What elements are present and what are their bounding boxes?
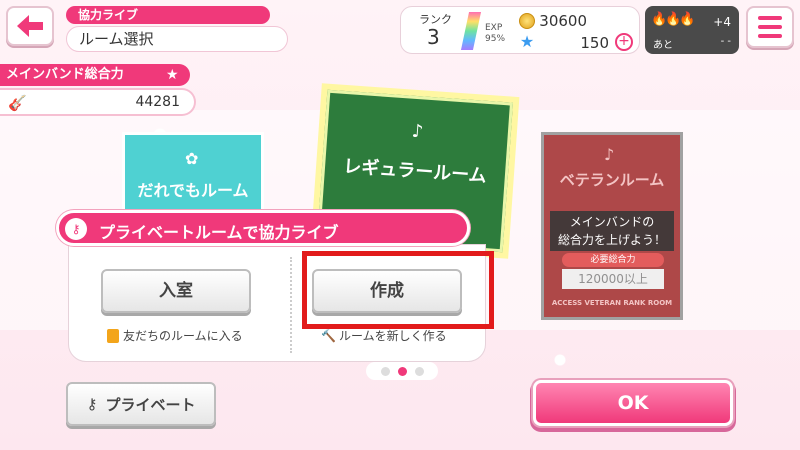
room-card-anyone[interactable]: ✿ だれでもルーム (122, 132, 264, 222)
star-icon: ★ (166, 67, 179, 83)
exp-percent: 95% (485, 34, 506, 44)
live-boost-panel: 🔥🔥🔥 +4 あと - - (645, 6, 739, 54)
create-room-button[interactable]: 作成 (312, 269, 462, 313)
stars-value: 150 (580, 34, 609, 52)
key-icon: ⚷ (65, 218, 87, 240)
boost-extra-count: +4 (713, 15, 731, 29)
sprout-icon: ✿ (185, 149, 199, 168)
private-button-label: プライベート (105, 395, 196, 414)
pager-dot[interactable] (414, 366, 424, 376)
create-room-hint-text: ルームを新しく作る (339, 329, 447, 343)
player-status-panel: ランク 3 EXP 95% 30600 ★ 150 + (400, 6, 640, 54)
back-button[interactable] (6, 6, 54, 46)
door-icon (107, 328, 119, 343)
hammer-icon: 🔨 (321, 328, 336, 343)
band-power-box: 🎸 44281 (0, 88, 196, 116)
private-button[interactable]: ⚷ プライベート (66, 382, 216, 426)
menu-line (758, 34, 782, 38)
enter-room-hint: 友だちのルームに入る (107, 327, 243, 344)
key-icon: ⚷ (86, 395, 98, 413)
guitar-icon: 🎸 (8, 94, 27, 112)
veteran-note-line2: 総合力を上げよう！ (557, 233, 666, 247)
page-subtitle: 協力ライブ (66, 6, 270, 24)
exp-label: EXP (485, 23, 503, 33)
main-band-power: メインバンド総合力 ★ 🎸 44281 (0, 64, 196, 120)
music-note-icon: ♪ (604, 145, 615, 164)
ok-button[interactable]: OK (533, 380, 733, 426)
menu-line (758, 25, 782, 29)
create-room-hint: 🔨 ルームを新しく作る (321, 327, 447, 344)
room-card-veteran-label: ベテランルーム (559, 171, 665, 189)
band-power-label: メインバンド総合力 (0, 64, 190, 86)
coin-icon (519, 13, 535, 29)
hamburger-menu-icon (758, 16, 782, 20)
pager-dot[interactable] (380, 366, 390, 376)
page-title: ルーム選択 (66, 26, 288, 52)
star-gem-icon: ★ (519, 32, 535, 51)
popup-body: 入室 作成 友だちのルームに入る 🔨 ルームを新しく作る (68, 244, 494, 362)
room-card-anyone-label: だれでもルーム (137, 181, 249, 200)
boost-recover-label: あと (653, 40, 673, 51)
flame-icons: 🔥🔥🔥 (651, 12, 696, 27)
buy-stars-button[interactable]: + (615, 33, 633, 51)
page-title-block: 協力ライブ ルーム選択 (66, 6, 288, 52)
enter-room-button[interactable]: 入室 (101, 269, 251, 313)
popup-header: ⚷ プライベートルームで協力ライブ (56, 210, 470, 246)
exp-gauge (460, 12, 482, 50)
room-pager (366, 362, 438, 380)
room-card-veteran[interactable]: ♪ ベテランルーム メインバンドの 総合力を上げよう！ 必要総合力 120000… (541, 132, 683, 320)
music-note-icon: ♪ (411, 120, 424, 143)
veteran-note-line1: メインバンドの (569, 215, 655, 229)
rank-value: 3 (427, 25, 440, 49)
veteran-access-text: ACCESS VETERAN RANK ROOM (551, 299, 673, 307)
veteran-locked-note: メインバンドの 総合力を上げよう！ (550, 211, 674, 251)
back-arrow-icon (17, 15, 43, 37)
popup-title: プライベートルームで協力ライブ (99, 223, 339, 242)
menu-button[interactable] (746, 6, 794, 48)
veteran-requirement-label: 必要総合力 (562, 253, 664, 267)
veteran-requirement-value: 120000以上 (562, 269, 664, 289)
popup-divider (290, 257, 292, 353)
boost-recover-time: - - (720, 36, 731, 47)
private-room-popup: 入室 作成 友だちのルームに入る 🔨 ルームを新しく作る ⚷ プライベートルーム… (56, 210, 494, 362)
band-power-value: 44281 (135, 94, 180, 110)
enter-room-hint-text: 友だちのルームに入る (123, 329, 243, 343)
exp-text: EXP 95% (485, 23, 505, 45)
room-card-regular-label: レギュラールーム (342, 156, 488, 187)
coins-value: 30600 (539, 12, 587, 30)
pager-dot-active[interactable] (397, 366, 407, 376)
